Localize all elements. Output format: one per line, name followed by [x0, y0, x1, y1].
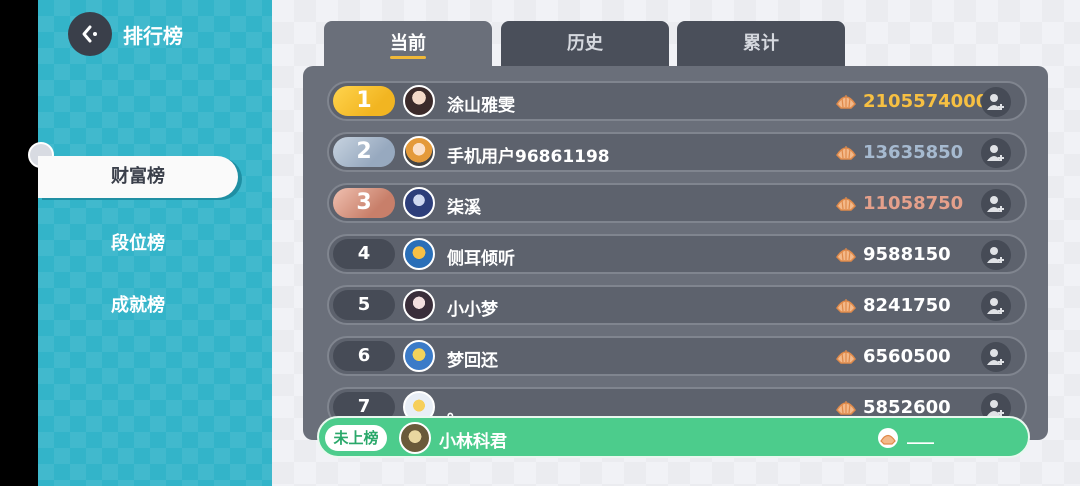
add-friend-button[interactable]: [981, 240, 1011, 270]
shell-coin-icon: [836, 146, 856, 160]
add-friend-button[interactable]: [981, 342, 1011, 372]
leaderboard-row[interactable]: 1 涂山雅雯 2105574000: [327, 81, 1027, 121]
avatar-5-icon[interactable]: [403, 289, 435, 321]
add-friend-icon: [987, 298, 1004, 314]
add-friend-icon: [987, 400, 1004, 416]
add-friend-button[interactable]: [981, 87, 1011, 117]
rank-badge: 2: [333, 137, 395, 167]
player-score: 13635850: [863, 142, 964, 163]
rank-badge: 1: [333, 86, 395, 116]
player-name: 柒溪: [447, 198, 481, 218]
player-name: 梦回还: [447, 351, 498, 371]
leaderboard-row[interactable]: 6 梦回还 6560500: [327, 336, 1027, 376]
back-arrow-icon: [82, 25, 97, 43]
avatar-3-icon[interactable]: [403, 187, 435, 219]
player-name: 小小梦: [447, 300, 498, 320]
avatar-4-icon[interactable]: [403, 238, 435, 270]
player-score: 8241750: [863, 295, 951, 316]
add-friend-icon: [987, 94, 1004, 110]
player-name: 手机用户96861198: [447, 147, 610, 167]
leaderboard-row[interactable]: 3 柒溪 11058750: [327, 183, 1027, 223]
shell-coin-icon: [836, 350, 856, 364]
player-name: 涂山雅雯: [447, 96, 515, 116]
add-friend-button[interactable]: [981, 138, 1011, 168]
sidebar-item-achievement[interactable]: 成就榜: [38, 291, 238, 317]
add-friend-icon: [987, 145, 1004, 161]
avatar-2-icon[interactable]: [403, 136, 435, 168]
rank-badge: 3: [333, 188, 395, 218]
self-avatar[interactable]: [399, 422, 431, 454]
player-score: 6560500: [863, 346, 951, 367]
avatar-6-icon[interactable]: [403, 340, 435, 372]
player-name: 侧耳倾听: [447, 249, 515, 269]
shell-coin-icon: [878, 428, 898, 448]
shell-coin-icon: [836, 299, 856, 313]
page-title: 排行榜: [123, 24, 183, 48]
self-rank-bar[interactable]: 未上榜 小林科君 ___: [317, 416, 1030, 458]
shell-coin-icon: [836, 248, 856, 262]
add-friend-icon: [987, 349, 1004, 365]
rank-badge: 6: [333, 341, 395, 371]
avatar-1-icon[interactable]: [403, 85, 435, 117]
sidebar-item-wealth[interactable]: 财富榜: [38, 156, 238, 198]
back-button[interactable]: [68, 12, 112, 56]
shell-coin-icon: [836, 401, 856, 415]
tab-current[interactable]: 当前: [324, 21, 492, 69]
leaderboard-row[interactable]: 5 小小梦 8241750: [327, 285, 1027, 325]
shell-coin-icon: [836, 197, 856, 211]
sidebar-item-rank[interactable]: 段位榜: [38, 229, 238, 255]
player-score: 9588150: [863, 244, 951, 265]
player-score: 11058750: [863, 193, 964, 214]
self-name: 小林科君: [439, 432, 507, 452]
add-friend-icon: [987, 196, 1004, 212]
self-score: ___: [907, 424, 934, 445]
add-friend-icon: [987, 247, 1004, 263]
tab-history[interactable]: 历史: [501, 21, 669, 69]
rank-badge: 4: [333, 239, 395, 269]
add-friend-button[interactable]: [981, 291, 1011, 321]
rank-badge: 5: [333, 290, 395, 320]
shell-coin-icon: [836, 95, 856, 109]
screen-edge: [0, 0, 38, 486]
tab-cumulative[interactable]: 累计: [677, 21, 845, 69]
player-score: 5852600: [863, 397, 951, 418]
player-score: 2105574000: [863, 91, 989, 112]
unranked-badge: 未上榜: [325, 425, 387, 451]
tab-active-indicator: [390, 56, 426, 59]
leaderboard-row[interactable]: 4 侧耳倾听 9588150: [327, 234, 1027, 274]
add-friend-button[interactable]: [981, 189, 1011, 219]
leaderboard-row[interactable]: 2 手机用户96861198 13635850: [327, 132, 1027, 172]
